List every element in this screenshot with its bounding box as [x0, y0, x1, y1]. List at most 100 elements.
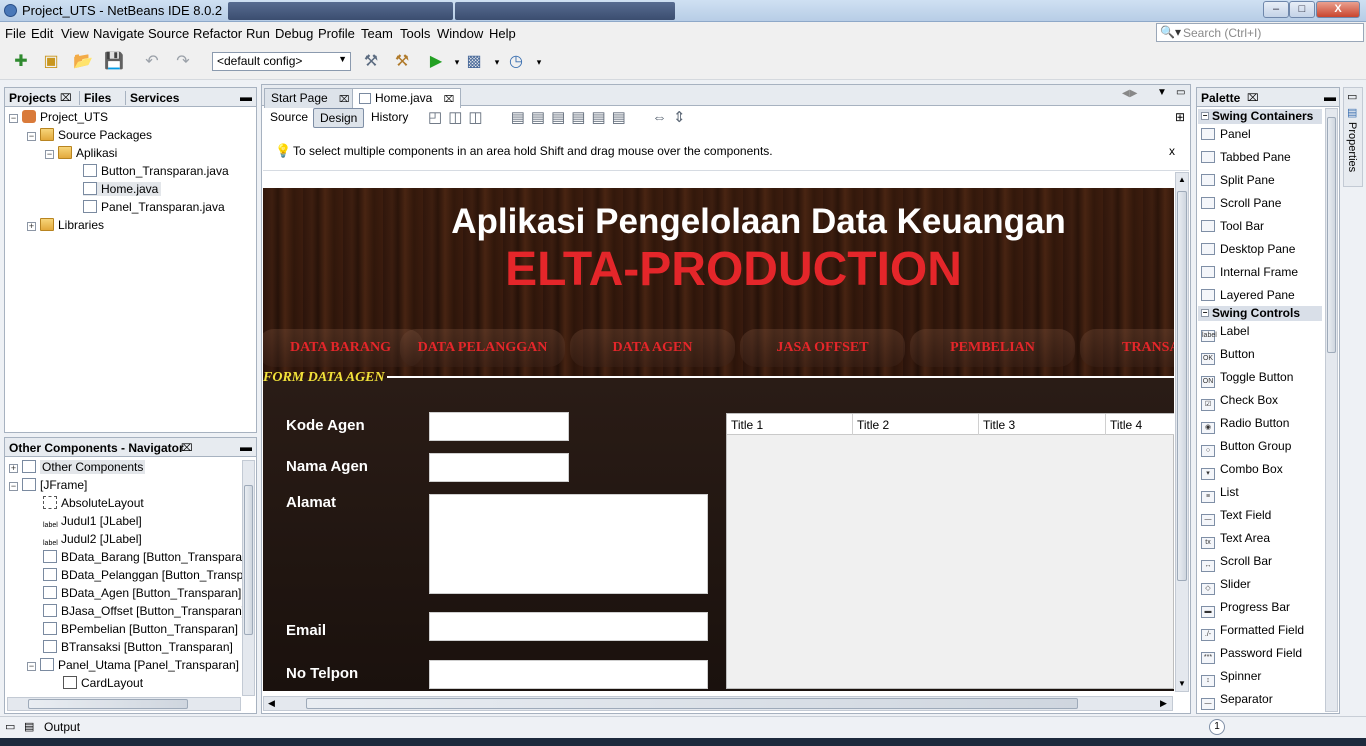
palette-item-combo-box[interactable]: ▾ Combo Box	[1201, 462, 1283, 480]
palette-item-button-group[interactable]: ○ Button Group	[1201, 439, 1291, 457]
minimize-panel-icon[interactable]: ▬	[1324, 90, 1336, 104]
form-title-label[interactable]: FORM DATA AGEN	[263, 370, 385, 386]
scroll-thumb[interactable]	[28, 699, 188, 709]
palette-item-text-field[interactable]: — Text Field	[1201, 508, 1271, 526]
clean-build-icon[interactable]: ⚒	[391, 52, 413, 72]
close-icon[interactable]: ⌧	[339, 94, 349, 104]
minimize-button[interactable]: –	[1263, 1, 1289, 18]
menu-tools[interactable]: Tools	[400, 26, 430, 41]
email-field[interactable]	[429, 612, 708, 641]
nav-item[interactable]: BData_Pelanggan [Button_Transpar	[43, 568, 254, 582]
menu-navigate[interactable]: Navigate	[93, 26, 144, 41]
palette-item-progress-bar[interactable]: ▬ Progress Bar	[1201, 600, 1290, 618]
palette-item-scroll-pane[interactable]: Scroll Pane	[1201, 196, 1281, 210]
collapse-icon[interactable]: −	[45, 150, 54, 159]
palette-item-tool-bar[interactable]: Tool Bar	[1201, 219, 1264, 233]
minimize-panel-icon[interactable]: ▬	[240, 90, 252, 104]
run-project-icon[interactable]: ▶	[425, 52, 447, 72]
close-button[interactable]: X	[1316, 1, 1360, 18]
navigator-hscrollbar[interactable]	[7, 697, 241, 711]
menu-edit[interactable]: Edit	[31, 26, 53, 41]
tab-services[interactable]: Services	[125, 91, 179, 105]
data-table[interactable]: Title 1 Title 2 Title 3 Title 4	[726, 413, 1174, 689]
close-icon[interactable]: ⌧	[1247, 93, 1259, 104]
menu-window[interactable]: Window	[437, 26, 483, 41]
app-subtitle-label[interactable]: ELTA-PRODUCTION	[263, 242, 1174, 297]
scroll-down-icon[interactable]: ▼	[1178, 679, 1186, 688]
tree-item-file[interactable]: Panel_Transparan.java	[83, 200, 225, 214]
menu-run[interactable]: Run	[246, 26, 270, 41]
redo-icon[interactable]: ↷	[172, 52, 194, 72]
nav-item[interactable]: BTransaksi [Button_Transparan]	[43, 640, 233, 654]
no-telpon-field[interactable]	[429, 660, 708, 689]
tree-item-file-selected[interactable]: Home.java	[83, 182, 162, 196]
nav-item[interactable]: − [JFrame]	[9, 478, 87, 492]
palette-vscrollbar[interactable]	[1325, 108, 1338, 712]
selection-mode-icon[interactable]: ◰	[428, 109, 448, 126]
scroll-left-icon[interactable]: ◀	[268, 698, 275, 709]
palette-item-scroll-bar[interactable]: ↔ Scroll Bar	[1201, 554, 1272, 572]
nav-item[interactable]: + Other Components	[9, 460, 146, 474]
tab-start-page[interactable]: Start Page ⌧	[264, 88, 357, 108]
collapse-icon[interactable]: −	[9, 482, 18, 491]
palette-item-formatted-field[interactable]: ./- Formatted Field	[1201, 623, 1304, 641]
palette-item-toggle-button[interactable]: ON Toggle Button	[1201, 370, 1293, 388]
palette-item-tabbed-pane[interactable]: Tabbed Pane	[1201, 150, 1291, 164]
design-vscrollbar[interactable]: ▲ ▼	[1175, 172, 1189, 692]
expand-icon[interactable]: +	[9, 464, 18, 473]
tree-item-libraries[interactable]: + Libraries	[27, 218, 104, 232]
menu-profile[interactable]: Profile	[318, 26, 355, 41]
collapse-icon[interactable]: −	[9, 114, 18, 123]
align-top-icon[interactable]: ▤	[571, 109, 591, 126]
scroll-thumb[interactable]	[306, 698, 1078, 709]
expand-icon[interactable]: +	[27, 222, 36, 231]
profile-project-icon[interactable]: ◷	[505, 52, 527, 72]
close-icon[interactable]: ⌧	[444, 94, 454, 104]
config-select[interactable]: <default config> ▼	[212, 52, 351, 71]
palette-item-panel[interactable]: Panel	[1201, 127, 1251, 141]
nav-jasa-offset-button[interactable]: JASA OFFSET	[740, 329, 905, 367]
build-hammer-icon[interactable]: ⚒	[360, 52, 382, 72]
minimize-panel-icon[interactable]: ▭	[1347, 90, 1357, 103]
tree-item-source-packages[interactable]: − Source Packages	[27, 128, 152, 142]
scroll-right-icon[interactable]: ▶	[1160, 698, 1167, 709]
design-hscrollbar[interactable]: ◀ ▶	[263, 696, 1173, 711]
menu-view[interactable]: View	[61, 26, 89, 41]
maximize-button[interactable]: □	[1289, 1, 1315, 18]
save-all-icon[interactable]: 💾	[103, 52, 125, 72]
nav-data-barang-button[interactable]: DATA BARANG	[263, 329, 423, 367]
collapse-icon[interactable]: −	[27, 132, 36, 141]
palette-item-internal-frame[interactable]: Internal Frame	[1201, 265, 1298, 279]
app-title-label[interactable]: Aplikasi Pengelolaan Data Keuangan	[263, 202, 1174, 242]
nav-pembelian-button[interactable]: PEMBELIAN	[910, 329, 1075, 367]
align-left-icon[interactable]: ▤	[511, 109, 531, 126]
alamat-textarea[interactable]	[429, 494, 708, 594]
tab-projects[interactable]: Projects	[9, 91, 56, 105]
open-project-icon[interactable]: 📂	[72, 52, 94, 72]
kode-agen-field[interactable]	[429, 412, 569, 441]
minimize-panel-icon[interactable]: ▬	[240, 440, 252, 454]
table-column-header[interactable]: Title 4	[1106, 414, 1174, 435]
palette-group-header[interactable]: − Swing Controls	[1198, 306, 1322, 321]
nav-data-pelanggan-button[interactable]: DATA PELANGGAN	[400, 329, 565, 367]
scroll-thumb[interactable]	[1327, 117, 1336, 353]
menu-help[interactable]: Help	[489, 26, 516, 41]
restore-window-icon[interactable]: ▭	[5, 720, 15, 733]
design-canvas[interactable]: Aplikasi Pengelolaan Data Keuangan ELTA-…	[263, 188, 1174, 691]
nama-agen-field[interactable]	[429, 453, 569, 482]
palette-item-spinner[interactable]: ↕ Spinner	[1201, 669, 1261, 687]
nav-transaksi-button[interactable]: TRANSA	[1080, 329, 1174, 367]
view-source-button[interactable]: Source	[264, 108, 314, 128]
palette-item-split-pane[interactable]: Split Pane	[1201, 173, 1275, 187]
tab-home-java[interactable]: Home.java ⌧	[352, 88, 462, 108]
nav-item[interactable]: BJasa_Offset [Button_Transparan]	[43, 604, 245, 618]
palette-item-text-area[interactable]: tx Text Area	[1201, 531, 1270, 549]
close-icon[interactable]: ⌧	[181, 443, 193, 454]
tab-palette[interactable]: Palette	[1201, 91, 1240, 105]
close-icon[interactable]: ⌧	[60, 93, 72, 104]
align-right-icon[interactable]: ▤	[531, 109, 551, 126]
profile-dropdown-icon[interactable]: ▾	[528, 52, 550, 72]
nav-item[interactable]: BData_Barang [Button_Transparan]	[43, 550, 252, 564]
palette-item-desktop-pane[interactable]: Desktop Pane	[1201, 242, 1295, 256]
hint-close-button[interactable]: x	[1169, 144, 1175, 158]
